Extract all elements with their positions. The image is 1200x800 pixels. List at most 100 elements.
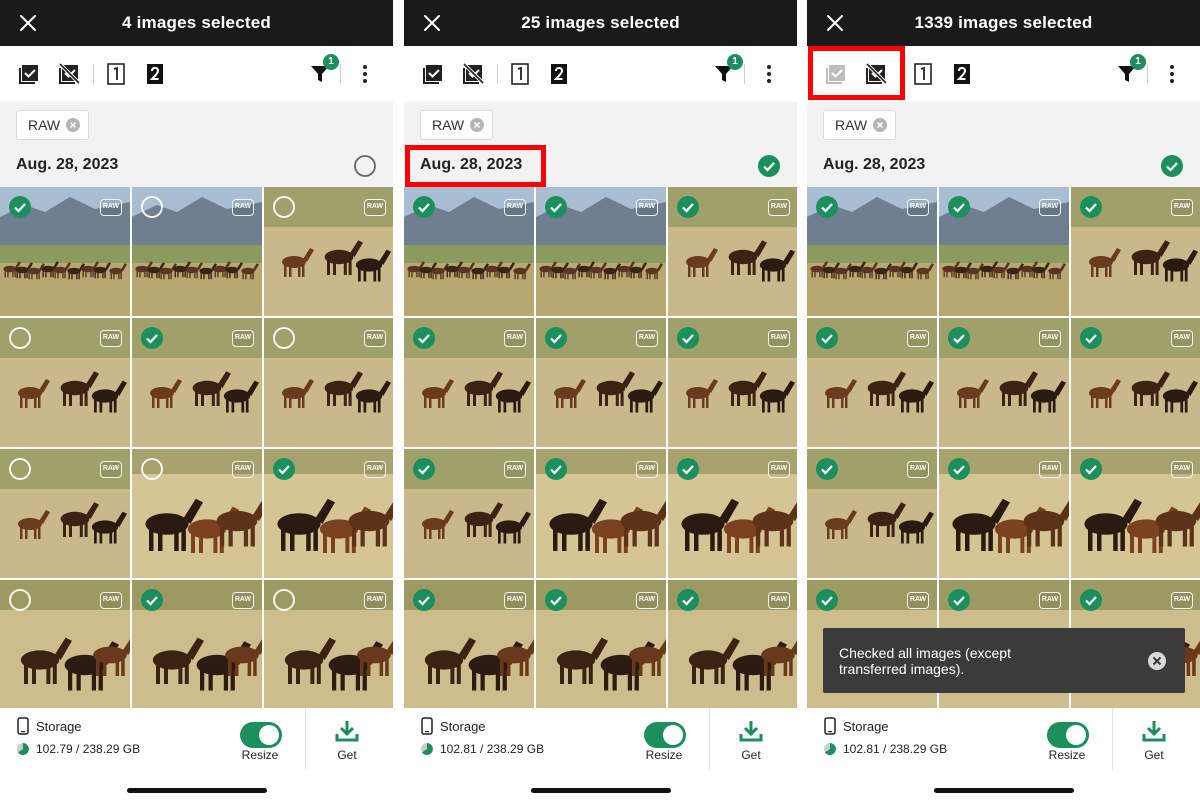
check-all-icon[interactable] [421,62,445,86]
get-button-label[interactable]: Get [1129,748,1179,762]
photo-thumbnail[interactable]: RAW [264,318,393,447]
download-icon[interactable] [739,719,763,743]
more-vert-icon[interactable] [353,62,377,86]
checked-icon[interactable] [948,327,970,349]
photo-thumbnail[interactable]: RAW [807,449,937,578]
photo-thumbnail[interactable]: RAW [536,318,666,447]
unchecked-circle-icon[interactable] [9,589,31,611]
photo-thumbnail[interactable]: RAW [264,187,393,316]
slot-2-icon[interactable] [547,62,571,86]
checked-icon[interactable] [816,196,838,218]
checked-icon[interactable] [545,196,567,218]
chip-remove-icon[interactable] [470,118,485,132]
check-all-icon[interactable] [17,62,41,86]
photo-thumbnail[interactable]: RAW [0,449,130,578]
photo-thumbnail[interactable]: RAW [1071,449,1200,578]
checked-icon[interactable] [948,196,970,218]
check-all-icon[interactable] [824,62,848,86]
photo-thumbnail[interactable]: RAW [1071,187,1200,316]
chip-remove-icon[interactable] [66,118,81,132]
raw-filter-chip[interactable]: RAW [823,110,897,140]
slot-1-icon[interactable] [911,62,935,86]
close-icon[interactable] [1148,652,1166,670]
photo-thumbnail[interactable]: RAW [0,318,130,447]
unchecked-circle-icon[interactable] [273,589,295,611]
uncheck-all-icon[interactable] [461,62,485,86]
select-date-group-checkbox[interactable] [354,155,376,177]
photo-thumbnail[interactable]: RAW [536,580,666,708]
download-icon[interactable] [335,719,359,743]
checked-icon[interactable] [141,589,163,611]
checked-icon[interactable] [273,458,295,480]
photo-thumbnail[interactable]: RAW [939,449,1069,578]
select-date-group-checkbox[interactable] [758,155,780,177]
slot-2-icon[interactable] [950,62,974,86]
photo-thumbnail[interactable]: RAW [1071,318,1200,447]
checked-icon[interactable] [677,327,699,349]
photo-thumbnail[interactable]: RAW [536,449,666,578]
slot-1-icon[interactable] [508,62,532,86]
photo-thumbnail[interactable]: RAW [536,187,666,316]
photo-thumbnail[interactable]: RAW [264,449,393,578]
checked-icon[interactable] [677,196,699,218]
date-header[interactable]: Aug. 28, 2023 [420,156,522,174]
checked-icon[interactable] [816,458,838,480]
photo-thumbnail[interactable]: RAW [404,318,534,447]
unchecked-circle-icon[interactable] [273,196,295,218]
slot-2-icon[interactable] [143,62,167,86]
photo-thumbnail[interactable]: RAW [404,449,534,578]
photo-thumbnail[interactable]: RAW [807,318,937,447]
photo-thumbnail[interactable]: RAW [404,580,534,708]
checked-icon[interactable] [948,458,970,480]
unchecked-circle-icon[interactable] [9,327,31,349]
unchecked-circle-icon[interactable] [9,458,31,480]
unchecked-circle-icon[interactable] [273,327,295,349]
photo-thumbnail[interactable]: RAW [132,318,262,447]
unchecked-circle-icon[interactable] [141,458,163,480]
uncheck-all-icon[interactable] [57,62,81,86]
photo-thumbnail[interactable]: RAW [132,580,262,708]
checked-icon[interactable] [545,458,567,480]
photo-thumbnail[interactable]: RAW [404,187,534,316]
checked-icon[interactable] [677,458,699,480]
photo-thumbnail[interactable]: RAW [807,187,937,316]
download-icon[interactable] [1142,719,1166,743]
checked-icon[interactable] [413,327,435,349]
photo-thumbnail[interactable]: RAW [668,187,797,316]
checked-icon[interactable] [413,589,435,611]
more-vert-icon[interactable] [757,62,781,86]
raw-filter-chip[interactable]: RAW [420,110,494,140]
photo-thumbnail[interactable]: RAW [939,187,1069,316]
checked-icon[interactable] [413,196,435,218]
get-button-label[interactable]: Get [322,748,372,762]
raw-filter-chip[interactable]: RAW [16,110,90,140]
slot-1-icon[interactable] [104,62,128,86]
checked-icon[interactable] [1080,458,1102,480]
checked-icon[interactable] [1080,196,1102,218]
photo-thumbnail[interactable]: RAW [668,580,797,708]
resize-toggle[interactable] [644,722,686,748]
checked-icon[interactable] [816,327,838,349]
uncheck-all-icon[interactable] [864,62,888,86]
checked-icon[interactable] [9,196,31,218]
checked-icon[interactable] [1080,589,1102,611]
checked-icon[interactable] [816,589,838,611]
checked-icon[interactable] [413,458,435,480]
select-date-group-checkbox[interactable] [1161,155,1183,177]
checked-icon[interactable] [948,589,970,611]
photo-thumbnail[interactable]: RAW [132,187,262,316]
photo-thumbnail[interactable]: RAW [132,449,262,578]
photo-thumbnail[interactable]: RAW [668,449,797,578]
resize-toggle[interactable] [240,722,282,748]
checked-icon[interactable] [677,589,699,611]
checked-icon[interactable] [1080,327,1102,349]
resize-toggle[interactable] [1047,722,1089,748]
chip-remove-icon[interactable] [873,118,888,132]
photo-thumbnail[interactable]: RAW [939,318,1069,447]
more-vert-icon[interactable] [1160,62,1184,86]
photo-thumbnail[interactable]: RAW [668,318,797,447]
checked-icon[interactable] [545,589,567,611]
photo-thumbnail[interactable]: RAW [264,580,393,708]
photo-thumbnail[interactable]: RAW [0,187,130,316]
unchecked-circle-icon[interactable] [141,196,163,218]
